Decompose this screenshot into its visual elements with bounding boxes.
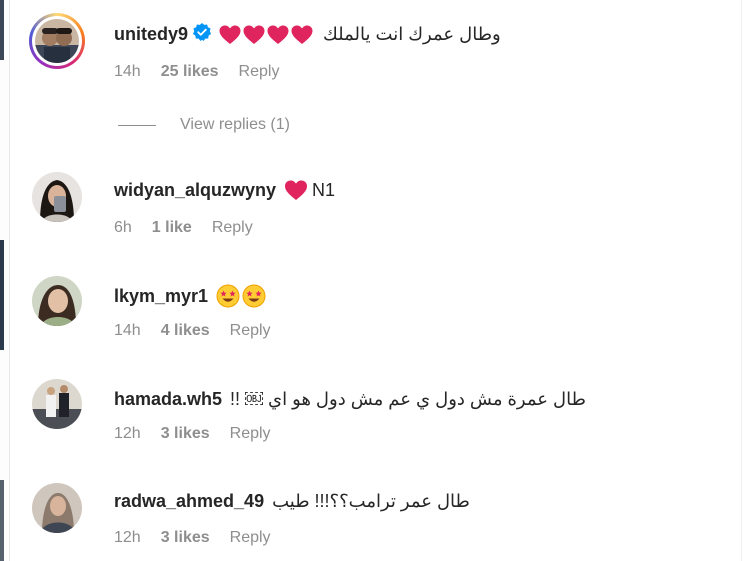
left-edge-strip <box>0 0 10 561</box>
comment-header: radwa_ahmed_49 طال عمر ترامب؟؟!!! طيب <box>114 491 470 512</box>
comment-meta: 6h 1 like Reply <box>114 219 273 237</box>
reply-button[interactable]: Reply <box>239 63 280 81</box>
username[interactable]: hamada.wh5 <box>114 389 222 410</box>
red-heart-emoji <box>267 25 289 44</box>
reply-button[interactable]: Reply <box>212 219 253 237</box>
view-replies-button[interactable]: View replies (1) <box>118 116 290 134</box>
view-replies-label: View replies (1) <box>180 116 290 133</box>
view-replies-dash <box>118 124 156 126</box>
avatar[interactable] <box>32 379 82 429</box>
likes-count[interactable]: 1 like <box>152 219 192 237</box>
comment-header: lkym_myr1 <box>114 284 276 308</box>
comment-time[interactable]: 12h <box>114 529 141 547</box>
avatar[interactable] <box>32 483 82 533</box>
edge-segment <box>0 480 4 561</box>
red-heart-emoji <box>243 25 265 44</box>
comment-item: radwa_ahmed_49 طال عمر ترامب؟؟!!! طيب 12… <box>32 483 722 561</box>
likes-count[interactable]: 4 likes <box>161 322 210 340</box>
verified-badge-icon <box>193 23 212 46</box>
comment-meta: 12h 3 likes Reply <box>114 425 291 443</box>
comment-meta: 12h 3 likes Reply <box>114 529 291 547</box>
comment-meta: 14h 25 likes Reply <box>114 63 299 81</box>
comment-header: unitedy9 وطال عمرك انت يالملك <box>114 23 501 46</box>
comment-time[interactable]: 14h <box>114 63 141 81</box>
comment-text: وطال عمرك انت يالملك <box>323 24 501 44</box>
username[interactable]: radwa_ahmed_49 <box>114 491 264 512</box>
comment-header: widyan_alquzwyny N1 <box>114 180 335 201</box>
avatar[interactable] <box>29 13 85 69</box>
hearts-emoji-group <box>284 180 310 201</box>
comment-header: hamada.wh5 طال عمرة مش دول ي عم مش دول ه… <box>114 389 586 410</box>
username[interactable]: widyan_alquzwyny <box>114 180 276 201</box>
red-heart-emoji <box>291 25 313 44</box>
likes-count[interactable]: 3 likes <box>161 425 210 443</box>
likes-count[interactable]: 3 likes <box>161 529 210 547</box>
comment-text: طال عمر ترامب؟؟!!! طيب <box>272 491 470 511</box>
reply-button[interactable]: Reply <box>230 425 271 443</box>
hearts-emoji-group <box>219 25 315 45</box>
comment-item: lkym_myr1 14h 4 likes Reply <box>32 276 722 356</box>
avatar[interactable] <box>32 172 82 222</box>
comment-text: N1 <box>312 180 336 200</box>
star-struck-emoji <box>242 284 266 308</box>
comment-time[interactable]: 12h <box>114 425 141 443</box>
story-ring <box>29 13 85 69</box>
edge-segment <box>0 240 4 350</box>
comment-time[interactable]: 6h <box>114 219 132 237</box>
username[interactable]: lkym_myr1 <box>114 286 208 307</box>
comment-item: widyan_alquzwyny N1 6h 1 like Reply <box>32 172 722 252</box>
comment-item: unitedy9 وطال عمرك انت يالملك 14h 25 lik… <box>29 13 722 104</box>
comment-text: طال عمرة مش دول ي عم مش دول هو اي ￼ !! <box>230 389 586 409</box>
likes-count[interactable]: 25 likes <box>161 63 219 81</box>
edge-segment <box>0 0 4 60</box>
comment-item: hamada.wh5 طال عمرة مش دول ي عم مش دول ه… <box>32 379 722 459</box>
reply-button[interactable]: Reply <box>230 322 271 340</box>
username[interactable]: unitedy9 <box>114 24 188 45</box>
red-heart-emoji <box>285 180 308 200</box>
red-heart-emoji <box>219 25 241 44</box>
comment-meta: 14h 4 likes Reply <box>114 322 291 340</box>
reply-button[interactable]: Reply <box>230 529 271 547</box>
star-struck-emoji <box>216 284 240 308</box>
avatar[interactable] <box>32 276 82 326</box>
comment-time[interactable]: 14h <box>114 322 141 340</box>
right-edge-strip <box>741 0 750 561</box>
emoji-group <box>216 284 268 308</box>
